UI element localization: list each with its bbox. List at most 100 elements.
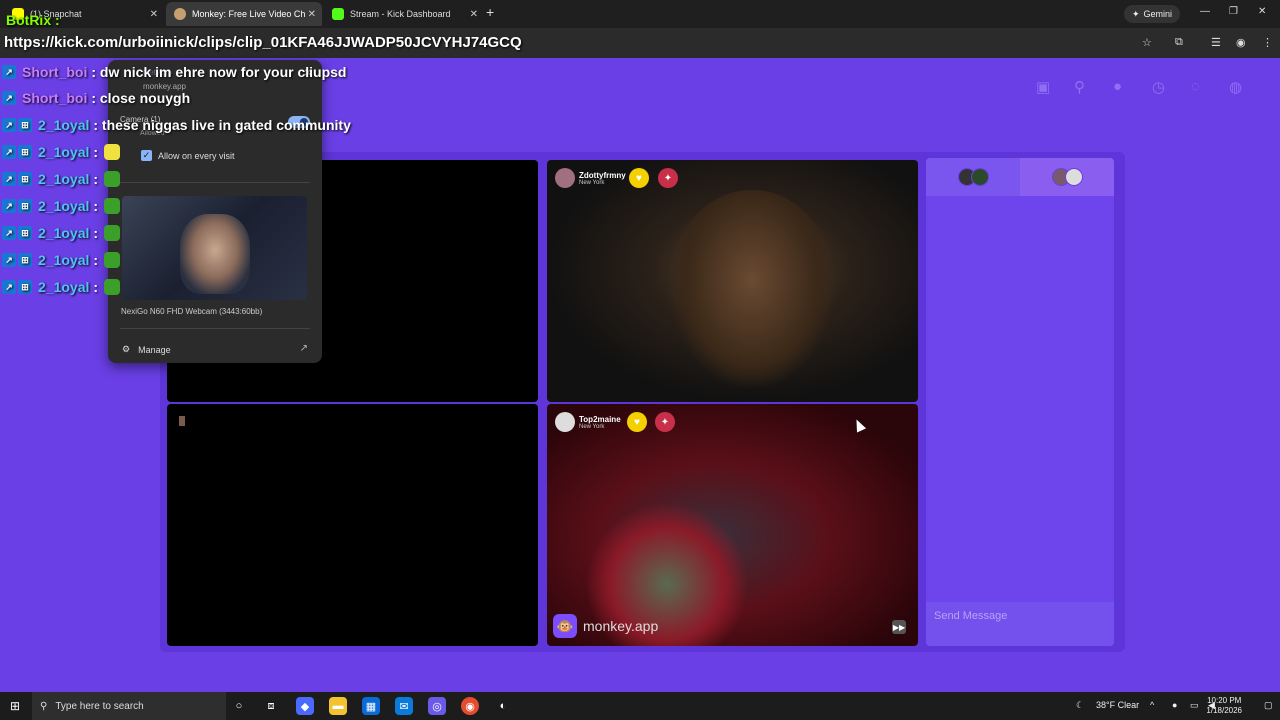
allow-every-visit-row[interactable]: ✓ Allow on every visit xyxy=(141,150,235,161)
chat-message: ↗ ⊞ 2_1oyal: xyxy=(2,223,121,243)
partner-location: New York xyxy=(579,423,605,430)
minimize-icon[interactable]: — xyxy=(1200,6,1210,17)
avatar xyxy=(1064,168,1083,186)
discord-icon[interactable]: ◎ xyxy=(428,697,446,715)
subscriber-badge-icon: ⊞ xyxy=(18,226,32,240)
kick-badge-icon: ↗ xyxy=(2,226,16,240)
kick-badge-icon: ↗ xyxy=(2,172,16,186)
taskbar-search[interactable]: ⚲ Type here to search xyxy=(32,692,226,720)
monkey-icon xyxy=(174,8,186,20)
weather-text[interactable]: 38°F Clear xyxy=(1096,700,1139,710)
chat-message: ↗ ⊞ 2_1oyal: xyxy=(2,142,121,162)
chat-text: : xyxy=(93,198,99,214)
windows-taskbar: ⊞ ⚲ Type here to search ○ ⧈ ◆ ▬ ▦ ✉ ◎ ◉ … xyxy=(0,692,1280,720)
star-icon[interactable]: ☆ xyxy=(1142,36,1152,49)
sparkle-icon: ✦ xyxy=(1132,8,1140,19)
shop-icon[interactable]: ▣ xyxy=(1036,78,1050,96)
close-icon[interactable]: ✕ xyxy=(308,9,316,20)
heart-badge-icon: ♥ xyxy=(629,168,649,188)
partner-face xyxy=(667,190,837,390)
gift-badge-icon: ✦ xyxy=(658,168,678,188)
tab-kick-dashboard[interactable]: Stream - Kick Dashboard ✕ xyxy=(324,2,484,26)
tab-monkey[interactable]: Monkey: Free Live Video Ch ✕ xyxy=(166,2,322,26)
coin-icon[interactable]: ● xyxy=(1113,78,1122,95)
chat-username: Short_boi xyxy=(22,64,88,80)
kick-badge-icon: ↗ xyxy=(2,199,16,213)
tab-search-icon[interactable]: ☰ xyxy=(1211,36,1221,49)
watermark-text: monkey.app xyxy=(583,618,659,634)
file-explorer-icon[interactable]: ▬ xyxy=(329,697,347,715)
chat-text: : xyxy=(93,279,99,295)
chat-username: 2_1oyal xyxy=(38,225,90,241)
kick-badge-icon: ↗ xyxy=(2,145,16,159)
chat-message: ↗ ⊞ 2_1oyal: xyxy=(2,196,121,216)
restore-icon[interactable]: ❐ xyxy=(1229,6,1238,17)
notification-icon[interactable]: ▢ xyxy=(1264,700,1273,711)
open-external-icon[interactable]: ↗ xyxy=(300,343,308,354)
messages-icon[interactable]: ◌ xyxy=(1191,78,1200,95)
chat-username: 2_1oyal xyxy=(38,171,90,187)
avatar xyxy=(970,168,989,186)
close-window-icon[interactable]: ✕ xyxy=(1258,6,1266,17)
history-icon[interactable]: ◷ xyxy=(1152,78,1165,96)
send-message-input[interactable]: Send Message xyxy=(926,602,1114,646)
close-icon[interactable]: ✕ xyxy=(150,9,158,20)
kick-badge-icon: ↗ xyxy=(2,253,16,267)
new-tab-button[interactable]: + xyxy=(486,4,494,20)
tab-label: Monkey: Free Live Video Ch xyxy=(192,9,306,19)
manage-button[interactable]: ⚙ Manage xyxy=(122,344,171,355)
avatar xyxy=(555,412,575,432)
gift-badge-icon: ✦ xyxy=(655,412,675,432)
network-icon[interactable]: ▭ xyxy=(1190,700,1199,711)
mail-icon[interactable]: ✉ xyxy=(395,697,413,715)
task-view-icon[interactable]: ⧈ xyxy=(262,697,280,715)
user-tag: Top2maine New York xyxy=(555,412,621,432)
address-bar[interactable]: https://kick.com/urboiinick/clips/clip_0… xyxy=(0,28,1280,58)
extension-icon[interactable]: ◉ xyxy=(1236,36,1246,49)
manage-label: Manage xyxy=(138,344,171,355)
partner-name: Top2maine xyxy=(579,414,621,424)
cortana-icon[interactable]: ○ xyxy=(230,697,248,715)
gemini-button[interactable]: ✦ Gemini xyxy=(1124,5,1181,23)
monkey-watermark: 🐵 monkey.app xyxy=(553,614,658,638)
kick-badge-icon: ↗ xyxy=(2,65,16,79)
kick-badge-icon: ↗ xyxy=(2,118,16,132)
video-tile-partner-2: Top2maine New York ♥ ✦ 🐵 monkey.app ▶▶ xyxy=(547,404,918,646)
chat-username: 2_1oyal xyxy=(38,144,90,160)
clock[interactable]: 10:20 PM 1/18/2026 xyxy=(1206,696,1242,716)
search-icon[interactable]: ⚲ xyxy=(1074,78,1085,96)
heart-badge-icon: ♥ xyxy=(627,412,647,432)
store-icon[interactable]: ▦ xyxy=(362,697,380,715)
kick-icon xyxy=(332,8,344,20)
kick-badge-icon: ↗ xyxy=(2,280,16,294)
chat-tab-friends[interactable] xyxy=(926,158,1020,196)
menu-icon[interactable]: ⋮ xyxy=(1262,36,1273,49)
chat-message: ↗ Short_boi: close nouygh xyxy=(2,88,190,108)
allow-every-visit-label: Allow on every visit xyxy=(158,150,235,161)
obs-icon[interactable]: ◐ xyxy=(494,697,512,715)
profile-avatar-icon[interactable]: ◍ xyxy=(1229,78,1242,96)
chrome-icon[interactable]: ◉ xyxy=(461,697,479,715)
botrix-label: BotRix : xyxy=(6,12,60,28)
chat-text: : these niggas live in gated community xyxy=(93,117,351,133)
url-text[interactable]: https://kick.com/urboiinick/clips/clip_0… xyxy=(4,34,522,51)
avatar xyxy=(555,168,575,188)
user-tag: Zdottyfrmny New York xyxy=(555,168,626,188)
chat-text: : dw nick im ehre now for your cliupsd xyxy=(91,64,347,80)
search-icon: ⚲ xyxy=(40,700,48,712)
sponge-emote-icon xyxy=(104,144,121,160)
subscriber-badge-icon: ⊞ xyxy=(18,253,32,267)
monkey-logo-icon: 🐵 xyxy=(553,614,577,638)
partner-location: New York xyxy=(579,179,605,186)
windows-start-icon[interactable]: ⊞ xyxy=(10,699,20,713)
cast-icon[interactable]: ⧉ xyxy=(1175,36,1183,49)
close-icon[interactable]: ✕ xyxy=(470,9,478,20)
chat-text: : xyxy=(93,171,99,187)
chat-tab-requests[interactable] xyxy=(1020,158,1114,196)
microphone-icon[interactable]: ● xyxy=(1172,700,1177,710)
loading-icon xyxy=(179,416,185,426)
checkbox-icon[interactable]: ✓ xyxy=(141,150,152,161)
chevron-up-icon[interactable]: ^ xyxy=(1150,700,1154,710)
skip-icon[interactable]: ▶▶ xyxy=(892,620,906,634)
copilot-icon[interactable]: ◆ xyxy=(296,697,314,715)
